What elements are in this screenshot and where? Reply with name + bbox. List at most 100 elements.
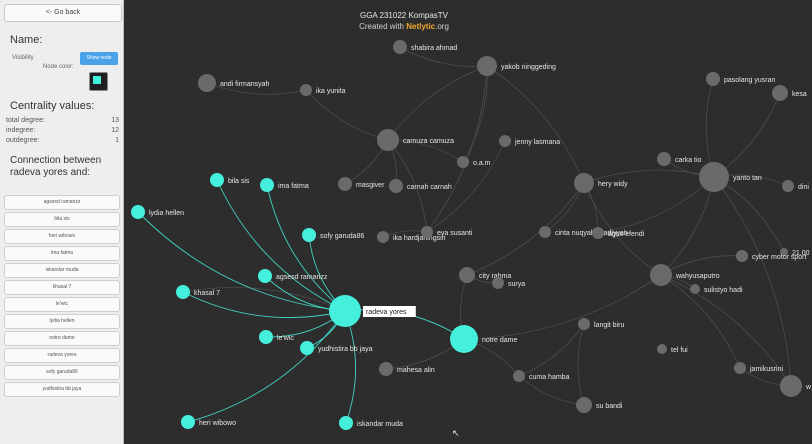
node-label: ika yunita — [316, 88, 346, 95]
stat-label: indegree: — [6, 127, 36, 134]
connection-item[interactable]: iskandar muda — [4, 263, 120, 278]
subtitle-prefix: Created with — [359, 22, 407, 31]
graph-node[interactable] — [492, 277, 504, 289]
connection-item[interactable]: radeva yores — [4, 348, 120, 363]
node-label: jamikusrini — [749, 366, 784, 373]
graph-node[interactable] — [379, 362, 393, 376]
network-graph-canvas[interactable]: shabira ahmad yakob ninggeding andi firman… — [124, 0, 812, 444]
stat-label: outdegree: — [6, 137, 40, 144]
connection-item[interactable]: lydia hellen — [4, 314, 120, 329]
go-back-button[interactable]: <- Go back — [4, 4, 122, 22]
node-label: carka tio — [675, 157, 702, 164]
graph-node[interactable] — [592, 227, 604, 239]
graph-node[interactable] — [513, 370, 525, 382]
node-label: o.a.m — [473, 160, 491, 167]
show-node-button[interactable]: Show node — [80, 52, 118, 65]
graph-node[interactable] — [300, 84, 312, 96]
stat-value: 1 — [115, 137, 119, 144]
graph-node[interactable] — [657, 152, 671, 166]
graph-node[interactable] — [421, 226, 433, 238]
highlighted-edge — [344, 310, 356, 424]
connection-item[interactable]: notre dame — [4, 331, 120, 346]
node-details-panel: <- Go back Name: Visibility Show node No… — [0, 0, 124, 444]
stat-label: total degree: — [6, 117, 45, 124]
graph-node[interactable] — [539, 226, 551, 238]
graph-node[interactable] — [259, 330, 273, 344]
graph-node[interactable] — [499, 135, 511, 147]
node-label: agus efendi — [608, 231, 645, 238]
graph-node[interactable] — [574, 173, 594, 193]
graph-node[interactable] — [650, 264, 672, 286]
graph-node[interactable] — [338, 177, 352, 191]
node-color-picker[interactable] — [89, 72, 108, 91]
connection-item[interactable]: bila sis — [4, 212, 120, 227]
graph-node[interactable] — [782, 180, 794, 192]
graph-subtitle: Created with Netlytic.org — [124, 22, 684, 31]
node-label: mahesa alin — [397, 367, 435, 374]
node-label: ima fatma — [278, 183, 309, 190]
node-label: agsesd ramarizz — [276, 274, 328, 281]
graph-node[interactable] — [260, 178, 274, 192]
graph-edge — [713, 176, 792, 387]
node-label: kesa — [792, 91, 807, 98]
node-label: le'wic — [277, 335, 294, 342]
graph-node[interactable] — [780, 375, 802, 397]
node-label: pasolang yusran — [724, 77, 775, 84]
graph-node[interactable] — [339, 416, 353, 430]
node-label: sulistyo hadi — [704, 287, 743, 294]
node-label: yanto tan — [733, 175, 762, 182]
graph-node[interactable] — [300, 341, 314, 355]
graph-node[interactable] — [302, 228, 316, 242]
graph-node[interactable] — [457, 156, 469, 168]
graph-node[interactable] — [389, 179, 403, 193]
centrality-heading: Centrality values: — [10, 100, 95, 112]
graph-node[interactable] — [198, 74, 216, 92]
graph-node[interactable] — [393, 40, 407, 54]
connection-item[interactable]: le'wic — [4, 297, 120, 312]
connection-item[interactable]: ima fatma — [4, 246, 120, 261]
connection-item[interactable]: agsesd ramarizz — [4, 195, 120, 210]
graph-node[interactable] — [576, 397, 592, 413]
graph-node[interactable] — [578, 318, 590, 330]
graph-node[interactable] — [690, 284, 700, 294]
node-label: yudhistira bb jaya — [318, 346, 373, 353]
connection-item[interactable]: heri wibowo — [4, 229, 120, 244]
network-graph[interactable]: shabira ahmad yakob ninggeding andi firman… — [124, 0, 812, 444]
node-label: jenny lasmana — [514, 139, 560, 146]
node-label: lydia hellen — [149, 210, 184, 217]
node-label: andi firmansyah — [220, 81, 270, 88]
node-label: radeva yores — [366, 309, 407, 316]
node-color-label: Node color: — [43, 64, 74, 70]
graph-node[interactable] — [450, 325, 478, 353]
graph-node[interactable] — [706, 72, 720, 86]
graph-node[interactable] — [176, 285, 190, 299]
graph-node[interactable] — [377, 231, 389, 243]
graph-node[interactable] — [734, 362, 746, 374]
node-label: carnah carnah — [407, 184, 452, 191]
graph-node[interactable] — [377, 129, 399, 151]
graph-node[interactable] — [459, 267, 475, 283]
node-label: surya — [508, 281, 525, 288]
graph-node[interactable] — [772, 85, 788, 101]
graph-node[interactable] — [736, 250, 748, 262]
graph-node[interactable] — [258, 269, 272, 283]
connection-item[interactable]: yudhistira bb jaya — [4, 382, 120, 397]
graph-node[interactable] — [329, 295, 361, 327]
stat-value: 12 — [111, 127, 119, 134]
node-label: hery widy — [598, 181, 628, 188]
node-label: sofy garuda86 — [320, 233, 364, 240]
graph-edge — [713, 176, 785, 253]
node-label: notre dame — [482, 337, 518, 344]
connection-item[interactable]: sofy garuda86 — [4, 365, 120, 380]
graph-node[interactable] — [657, 344, 667, 354]
netlytic-brand[interactable]: Netlytic — [406, 22, 435, 31]
connection-item[interactable]: khasal 7 — [4, 280, 120, 295]
subtitle-suffix: .org — [435, 22, 449, 31]
graph-node[interactable] — [181, 415, 195, 429]
node-label: iskandar muda — [357, 421, 403, 428]
graph-node[interactable] — [210, 173, 224, 187]
graph-node[interactable] — [699, 162, 729, 192]
graph-node[interactable] — [477, 56, 497, 76]
graph-node[interactable] — [131, 205, 145, 219]
stat-total-degree: total degree: 13 — [0, 117, 120, 126]
